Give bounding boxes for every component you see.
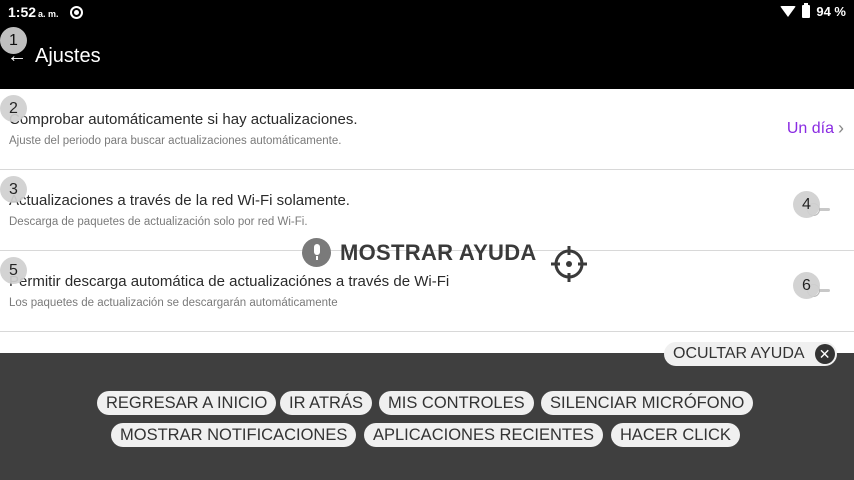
- command-mute-microphone[interactable]: SILENCIAR MICRÓFONO: [541, 391, 754, 415]
- battery-icon: [802, 3, 811, 18]
- hide-help-button[interactable]: OCULTAR AYUDA ✕: [664, 342, 837, 366]
- chevron-right-icon: ›: [838, 118, 844, 138]
- setting-subtitle: Los paquetes de actualización se descarg…: [9, 297, 338, 309]
- setting-wifi-only[interactable]: Actualizaciones a través de la red Wi-Fi…: [0, 170, 854, 251]
- number-badge[interactable]: 4: [793, 191, 820, 218]
- voice-command-panel: [0, 353, 854, 480]
- battery-level: 94 %: [816, 4, 846, 19]
- number-badge[interactable]: 6: [793, 272, 820, 299]
- number-badge[interactable]: 1: [0, 27, 27, 54]
- status-indicators: 94 %: [780, 3, 846, 19]
- hide-help-label: OCULTAR AYUDA: [673, 345, 805, 362]
- close-icon[interactable]: ✕: [814, 344, 835, 364]
- crosshair-icon[interactable]: [551, 246, 587, 282]
- setting-subtitle: Descarga de paquetes de actualización so…: [9, 216, 308, 228]
- notification-icon: [70, 6, 83, 19]
- app-bar: ← Ajustes: [0, 26, 854, 89]
- status-ampm: a. m.: [38, 9, 59, 19]
- wifi-icon: [780, 6, 797, 17]
- setting-auto-check[interactable]: Comprobar automáticamente si hay actuali…: [0, 89, 854, 170]
- status-bar: 1:52 a. m. 94 %: [0, 0, 854, 26]
- number-badge[interactable]: 2: [0, 95, 27, 122]
- number-badge[interactable]: 3: [0, 176, 27, 203]
- command-go-back[interactable]: IR ATRÁS: [280, 391, 372, 415]
- command-show-notifications[interactable]: MOSTRAR NOTIFICACIONES: [111, 423, 357, 447]
- command-my-controls[interactable]: MIS CONTROLES: [379, 391, 534, 415]
- setting-value[interactable]: Un día: [787, 120, 834, 138]
- setting-title: Actualizaciones a través de la red Wi-Fi…: [9, 192, 350, 209]
- command-recent-apps[interactable]: APLICACIONES RECIENTES: [364, 423, 603, 447]
- command-go-home[interactable]: REGRESAR A INICIO: [97, 391, 277, 415]
- command-click[interactable]: HACER CLICK: [611, 423, 740, 447]
- microphone-icon[interactable]: [302, 238, 331, 267]
- setting-subtitle: Ajuste del periodo para buscar actualiza…: [9, 135, 342, 147]
- page-title: Ajustes: [35, 45, 101, 67]
- setting-title: Comprobar automáticamente si hay actuali…: [9, 111, 358, 128]
- setting-title: Permitir descarga automática de actualiz…: [9, 273, 450, 290]
- show-help-label[interactable]: MOSTRAR AYUDA: [340, 240, 537, 266]
- number-badge[interactable]: 5: [0, 257, 27, 284]
- status-time: 1:52 a. m.: [8, 4, 59, 20]
